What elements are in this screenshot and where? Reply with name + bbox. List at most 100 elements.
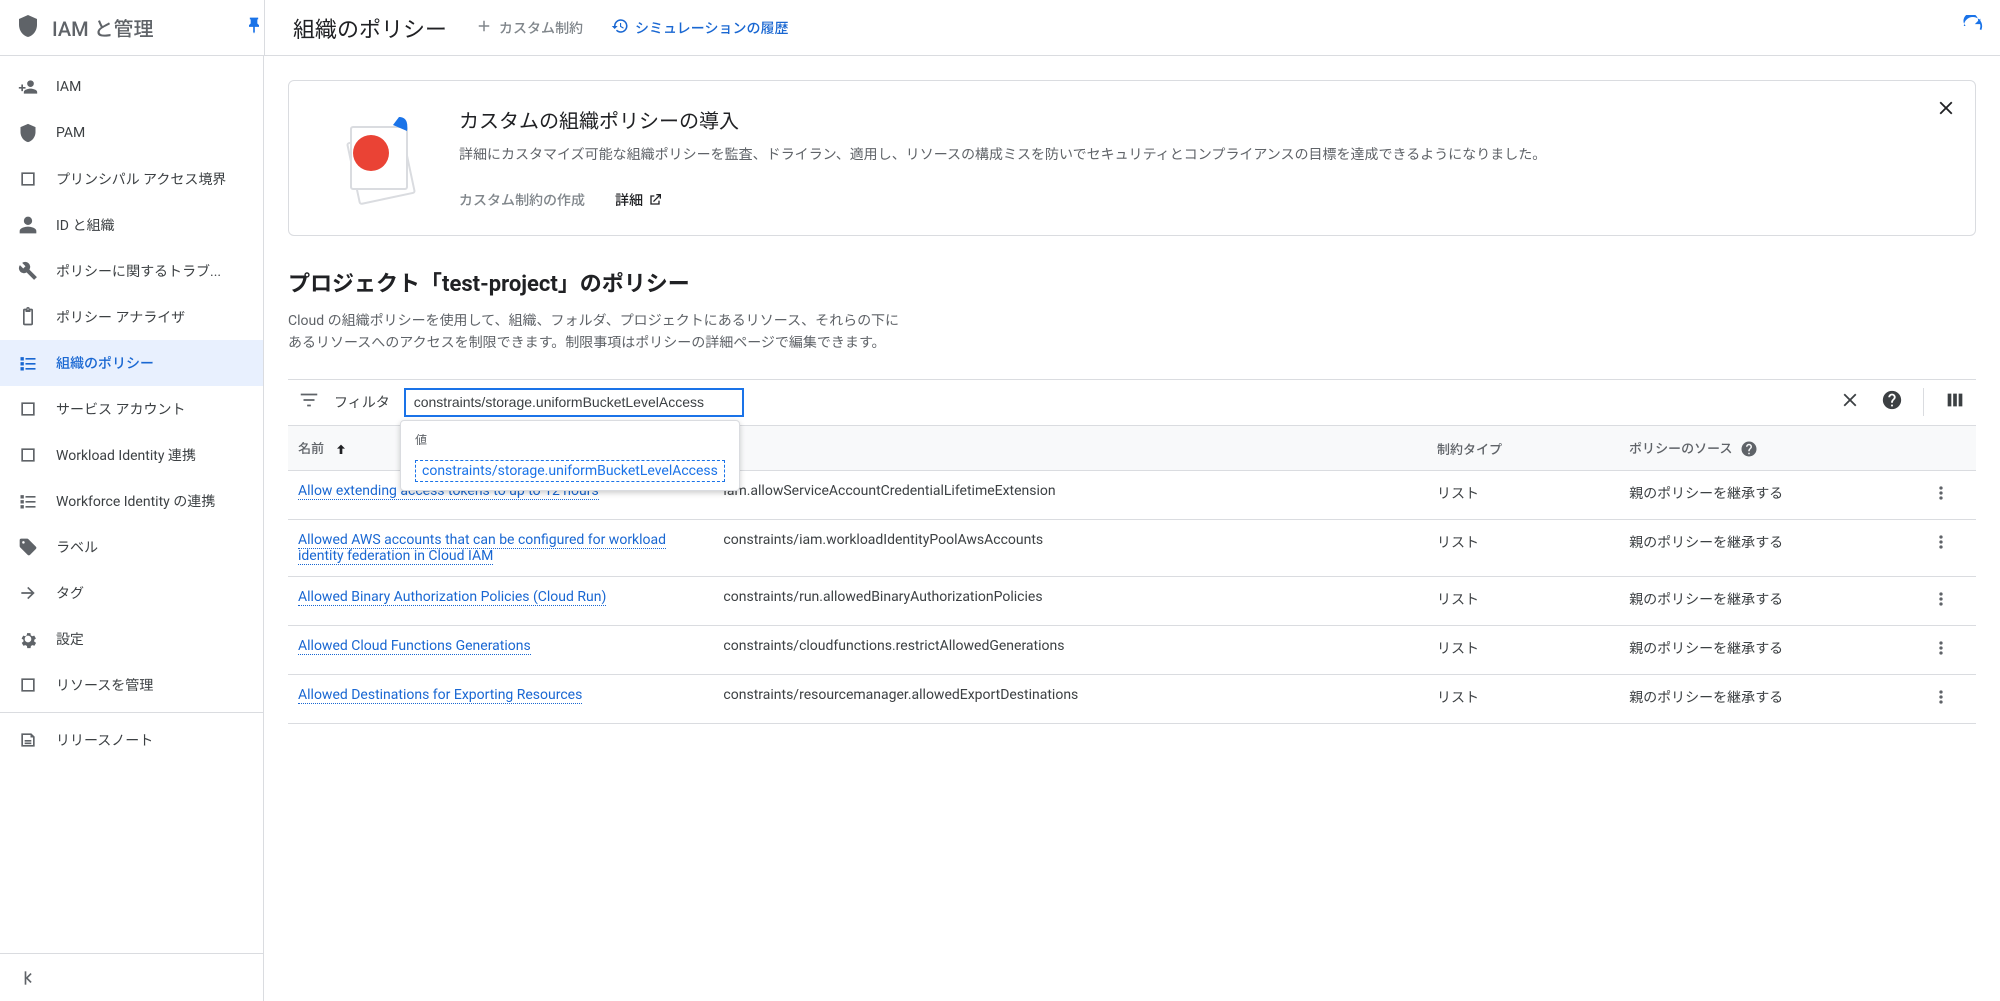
sidebar-item-label: ポリシー アナライザ (56, 307, 185, 327)
refresh-button[interactable] (1962, 15, 1984, 41)
intro-banner: カスタムの組織ポリシーの導入 詳細にカスタマイズ可能な組織ポリシーを監査、ドライ… (288, 80, 1976, 236)
policy-type: リスト (1427, 471, 1619, 520)
sidebar-item-label: 組織のポリシー (56, 353, 154, 373)
tag-icon (18, 537, 38, 557)
banner-illustration (321, 105, 431, 215)
banner-close-button[interactable] (1935, 97, 1957, 123)
sidebar-item-9[interactable]: Workforce Identity の連携 (0, 478, 263, 524)
sidebar-item-label: 設定 (56, 629, 84, 649)
history-icon (611, 17, 629, 39)
row-more-button[interactable] (1921, 626, 1976, 675)
policy-source: 親のポリシーを継承する (1619, 520, 1921, 577)
policy-name-link[interactable]: Allowed Cloud Functions Generations (298, 638, 531, 655)
th-source[interactable]: ポリシーのソース (1619, 425, 1921, 471)
sidebar-item-1[interactable]: PAM (0, 110, 263, 156)
sidebar-item-8[interactable]: Workload Identity 連携 (0, 432, 263, 478)
filter-suggestions-dropdown: 値 constraints/storage.uniformBucketLevel… (400, 420, 740, 491)
sidebar-item-label: タグ (56, 583, 84, 603)
sidebar-collapse-button[interactable] (0, 953, 263, 1001)
list-alt-icon (18, 353, 38, 373)
sidebar-item-label: IAM (56, 79, 81, 95)
sidebar-item-11[interactable]: タグ (0, 570, 263, 616)
row-more-button[interactable] (1921, 577, 1976, 626)
custom-constraint-button[interactable]: カスタム制約 (475, 17, 583, 39)
filter-icon (298, 389, 320, 415)
policy-type: リスト (1427, 626, 1619, 675)
sidebar-item-label: Workforce Identity の連携 (56, 491, 215, 511)
sidebar-item-7[interactable]: サービス アカウント (0, 386, 263, 432)
policy-id: constraints/resourcemanager.allowedExpor… (713, 675, 1427, 724)
filter-help-button[interactable] (1881, 389, 1903, 415)
columns-button[interactable] (1944, 389, 1966, 415)
sidebar-item-label: サービス アカウント (56, 399, 185, 419)
sidebar-item-label: ポリシーに関するトラブ... (56, 261, 221, 281)
banner-title: カスタムの組織ポリシーの導入 (459, 105, 1546, 134)
policy-source: 親のポリシーを継承する (1619, 675, 1921, 724)
shield-check-icon (18, 123, 38, 143)
policy-id: iam.allowServiceAccountCredentialLifetim… (713, 471, 1427, 520)
sidebar-item-10[interactable]: ラベル (0, 524, 263, 570)
resources-icon (18, 675, 38, 695)
policy-type: リスト (1427, 577, 1619, 626)
product-shield-icon (16, 14, 40, 42)
section-description: Cloud の組織ポリシーを使用して、組織、フォルダ、プロジェクトにあるリソース… (288, 310, 908, 355)
person-add-icon (18, 77, 38, 97)
filter-label: フィルタ (334, 392, 390, 412)
sidebar-item-release-notes[interactable]: リリースノート (0, 717, 263, 763)
sidebar-item-0[interactable]: IAM (0, 64, 263, 110)
workforce-icon (18, 491, 38, 511)
sidebar-item-6[interactable]: 組織のポリシー (0, 340, 263, 386)
help-icon[interactable] (1736, 442, 1758, 457)
row-more-button[interactable] (1921, 675, 1976, 724)
wrench-icon (18, 261, 38, 281)
sidebar-item-label: プリンシパル アクセス境界 (56, 169, 226, 189)
service-account-icon (18, 399, 38, 419)
sidebar-item-4[interactable]: ポリシーに関するトラブ... (0, 248, 263, 294)
sidebar-item-label: PAM (56, 125, 85, 141)
policy-id: constraints/iam.workloadIdentityPoolAwsA… (713, 520, 1427, 577)
policy-name-link[interactable]: Allowed Destinations for Exporting Resou… (298, 687, 582, 704)
policy-id: constraints/run.allowedBinaryAuthorizati… (713, 577, 1427, 626)
boundary-icon (18, 169, 38, 189)
policy-source: 親のポリシーを継承する (1619, 577, 1921, 626)
row-more-button[interactable] (1921, 520, 1976, 577)
section-title: プロジェクト「test-project」のポリシー (288, 266, 1976, 298)
simulation-history-button[interactable]: シミュレーションの履歴 (611, 17, 788, 39)
sort-arrow-icon (327, 442, 349, 457)
release-notes-icon (18, 730, 38, 750)
pin-icon[interactable] (244, 16, 264, 40)
sidebar-item-label: ラベル (56, 537, 98, 557)
dropdown-suggestion[interactable]: constraints/storage.uniformBucketLevelAc… (401, 452, 739, 490)
th-type[interactable]: 制約タイプ (1427, 425, 1619, 471)
filter-input[interactable] (414, 394, 734, 410)
sidebar-item-3[interactable]: ID と組織 (0, 202, 263, 248)
external-link-icon (647, 192, 663, 208)
arrow-tag-icon (18, 583, 38, 603)
dropdown-suggestion-chip: constraints/storage.uniformBucketLevelAc… (415, 460, 725, 482)
filter-input-wrap[interactable] (404, 388, 744, 417)
gear-icon (18, 629, 38, 649)
filter-clear-button[interactable] (1839, 389, 1861, 415)
policy-name-link[interactable]: Allowed AWS accounts that can be configu… (298, 532, 666, 565)
banner-details-button[interactable]: 詳細 (615, 190, 663, 210)
banner-details-label: 詳細 (615, 190, 643, 210)
policy-id: constraints/cloudfunctions.restrictAllow… (713, 626, 1427, 675)
product-title: IAM と管理 (52, 13, 154, 42)
clipboard-icon (18, 307, 38, 327)
sidebar-item-5[interactable]: ポリシー アナライザ (0, 294, 263, 340)
sidebar-item-12[interactable]: 設定 (0, 616, 263, 662)
table-row: Allowed Cloud Functions Generations const… (288, 626, 1976, 675)
banner-create-constraint-button[interactable]: カスタム制約の作成 (459, 190, 585, 210)
th-id[interactable]: ID (713, 425, 1427, 471)
simulation-history-label: シミュレーションの履歴 (635, 18, 788, 38)
table-row: Allowed Destinations for Exporting Resou… (288, 675, 1976, 724)
sidebar-item-label: Workload Identity 連携 (56, 445, 196, 465)
policy-name-link[interactable]: Allowed Binary Authorization Policies (C… (298, 589, 606, 606)
custom-constraint-label: カスタム制約 (499, 18, 583, 38)
sidebar-item-13[interactable]: リソースを管理 (0, 662, 263, 708)
plus-icon (475, 17, 493, 39)
row-more-button[interactable] (1921, 471, 1976, 520)
sidebar-item-2[interactable]: プリンシパル アクセス境界 (0, 156, 263, 202)
table-row: Allowed Binary Authorization Policies (C… (288, 577, 1976, 626)
table-row: Allowed AWS accounts that can be configu… (288, 520, 1976, 577)
